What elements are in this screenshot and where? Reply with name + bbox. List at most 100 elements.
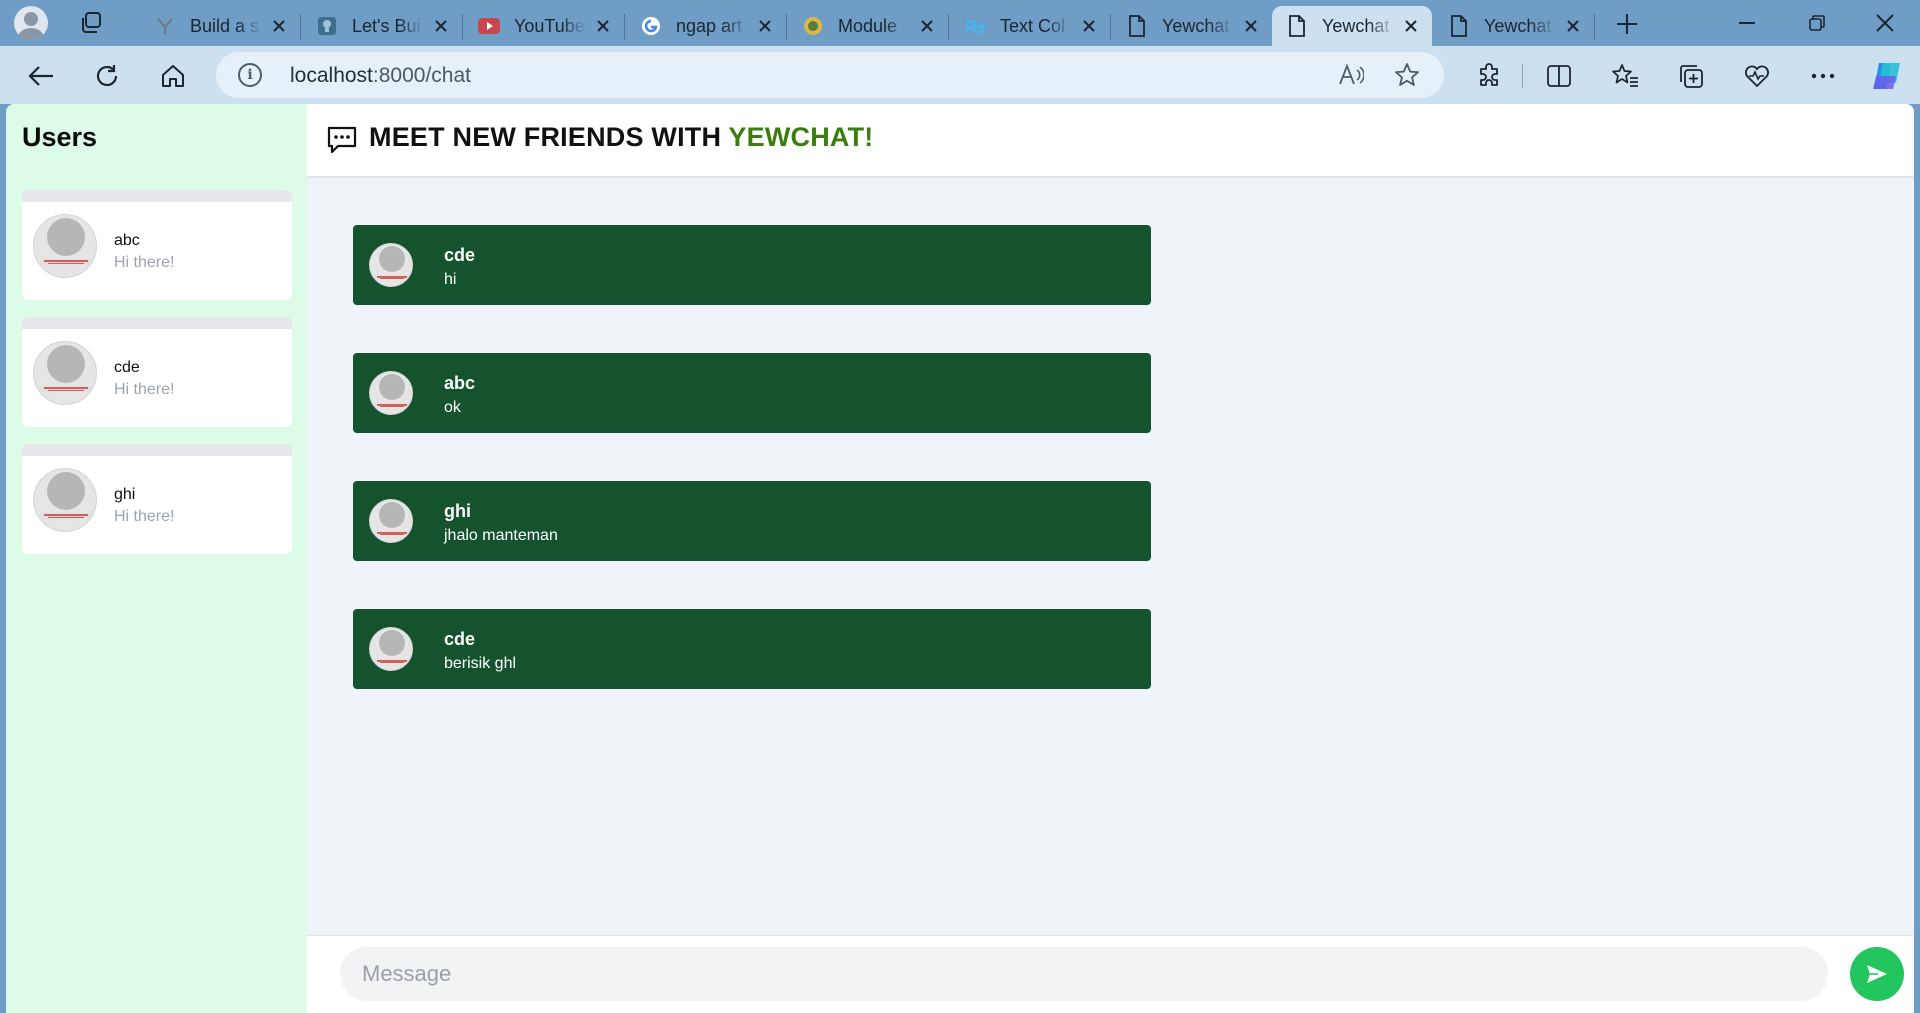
chat-bubble-icon xyxy=(326,125,358,155)
restore-icon[interactable] xyxy=(1794,8,1840,38)
address-bar[interactable]: i localhost:8000/chat xyxy=(216,52,1444,98)
user-status: Hi there! xyxy=(114,254,175,271)
message-sender: cde xyxy=(444,245,476,265)
close-tab-icon[interactable] xyxy=(268,15,290,37)
user-name: ghi xyxy=(114,486,136,503)
page-viewport: Users abc Hi there! cde Hi there! ghi Hi… xyxy=(6,104,1914,1013)
close-tab-icon[interactable] xyxy=(592,15,614,37)
close-tab-icon[interactable] xyxy=(916,15,938,37)
avatar xyxy=(33,341,97,405)
browser-tab-active[interactable]: Yewchat xyxy=(1272,6,1432,46)
more-menu-icon[interactable] xyxy=(1806,59,1840,93)
message-input[interactable] xyxy=(340,947,1828,1001)
avatar xyxy=(33,214,97,278)
tab-title: Yewchat xyxy=(1162,15,1230,36)
collections-icon[interactable] xyxy=(1674,59,1708,93)
message-composer xyxy=(307,935,1914,1013)
toolbar-divider xyxy=(1522,64,1523,88)
users-sidebar: Users abc Hi there! cde Hi there! ghi Hi… xyxy=(6,104,307,1013)
tab-title: Yewchat xyxy=(1322,15,1390,36)
browser-tab[interactable]: Build a s xyxy=(140,6,301,46)
tailwind-icon xyxy=(964,15,986,37)
message-text: berisik ghl xyxy=(444,655,517,672)
back-icon[interactable] xyxy=(24,59,58,93)
browser-tab[interactable]: Let's Bui xyxy=(302,6,463,46)
message-card: cde berisik ghl xyxy=(353,609,1151,689)
copilot-icon[interactable] xyxy=(1870,59,1904,93)
browser-toolbar: i localhost:8000/chat xyxy=(0,46,1920,104)
message-sender: cde xyxy=(444,629,476,649)
tab-divider xyxy=(300,14,301,40)
split-screen-icon[interactable] xyxy=(1542,59,1576,93)
browser-tab[interactable]: Yewchat xyxy=(1434,6,1595,46)
lightbulb-icon xyxy=(316,15,338,37)
browser-tab[interactable]: ngap art xyxy=(626,6,787,46)
user-status: Hi there! xyxy=(114,508,175,525)
page-icon xyxy=(1448,15,1470,37)
user-status: Hi there! xyxy=(114,381,175,398)
tab-divider xyxy=(948,14,949,40)
tab-title: Module xyxy=(838,15,898,36)
card-top-strip xyxy=(22,444,292,456)
tab-title: ngap art xyxy=(676,15,743,36)
tab-divider xyxy=(1110,14,1111,40)
tab-title: Let's Bui xyxy=(352,15,421,36)
browser-tab[interactable]: YouTube xyxy=(464,6,625,46)
workspaces-icon[interactable] xyxy=(78,10,104,36)
page-icon xyxy=(1126,15,1148,37)
browser-tab[interactable]: Module xyxy=(788,6,949,46)
page-title: MEET NEW FRIENDS WITH YEWCHAT! xyxy=(369,122,873,153)
message-sender: ghi xyxy=(444,501,471,521)
tab-title: Build a s xyxy=(190,15,260,36)
close-tab-icon[interactable] xyxy=(1562,15,1584,37)
favorite-star-icon[interactable] xyxy=(1394,62,1420,88)
home-icon[interactable] xyxy=(156,59,190,93)
browser-essentials-icon[interactable] xyxy=(1740,59,1774,93)
url-text[interactable]: localhost:8000/chat xyxy=(290,64,471,88)
browser-tab[interactable]: Yewchat xyxy=(1112,6,1272,46)
close-tab-icon[interactable] xyxy=(1240,15,1262,37)
avatar xyxy=(33,468,97,532)
close-tab-icon[interactable] xyxy=(1078,15,1100,37)
site-info-icon[interactable]: i xyxy=(238,63,262,87)
sidebar-title: Users xyxy=(22,122,98,152)
user-card[interactable]: abc Hi there! xyxy=(22,190,292,300)
message-card: abc ok xyxy=(353,353,1151,433)
user-name: abc xyxy=(114,232,140,249)
tab-title: Yewchat xyxy=(1484,15,1552,36)
refresh-icon[interactable] xyxy=(90,59,124,93)
card-top-strip xyxy=(22,190,292,202)
message-text: jhalo manteman xyxy=(444,527,558,544)
extensions-icon[interactable] xyxy=(1472,59,1506,93)
close-tab-icon[interactable] xyxy=(754,15,776,37)
user-name: cde xyxy=(114,359,140,376)
new-tab-icon[interactable] xyxy=(1612,9,1642,39)
tab-divider xyxy=(624,14,625,40)
tab-title: Text Col xyxy=(1000,15,1066,36)
browser-tab-strip: Build a s Let's Bui YouTube ngap art Mod… xyxy=(0,0,1920,46)
favorites-icon[interactable] xyxy=(1608,59,1642,93)
message-sender: abc xyxy=(444,373,476,393)
avatar xyxy=(369,499,413,543)
close-tab-icon[interactable] xyxy=(1400,15,1422,37)
message-card: ghi jhalo manteman xyxy=(353,481,1151,561)
chat-panel: MEET NEW FRIENDS WITH YEWCHAT! cde hi ab… xyxy=(307,104,1914,1013)
tab-divider xyxy=(1594,14,1595,40)
tab-title: YouTube xyxy=(514,15,585,36)
profile-avatar-icon[interactable] xyxy=(14,6,48,40)
module-logo-icon xyxy=(802,15,824,37)
browser-tab[interactable]: Text Col xyxy=(950,6,1111,46)
avatar xyxy=(369,371,413,415)
google-icon xyxy=(640,15,662,37)
message-card: cde hi xyxy=(353,225,1151,305)
tab-divider xyxy=(786,14,787,40)
send-button[interactable] xyxy=(1850,947,1904,1001)
close-window-icon[interactable] xyxy=(1862,8,1908,38)
close-tab-icon[interactable] xyxy=(430,15,452,37)
minimize-icon[interactable] xyxy=(1724,8,1770,38)
avatar xyxy=(369,627,413,671)
y-logo-icon xyxy=(154,15,176,37)
user-card[interactable]: ghi Hi there! xyxy=(22,444,292,554)
user-card[interactable]: cde Hi there! xyxy=(22,317,292,427)
read-aloud-icon[interactable] xyxy=(1338,62,1364,88)
